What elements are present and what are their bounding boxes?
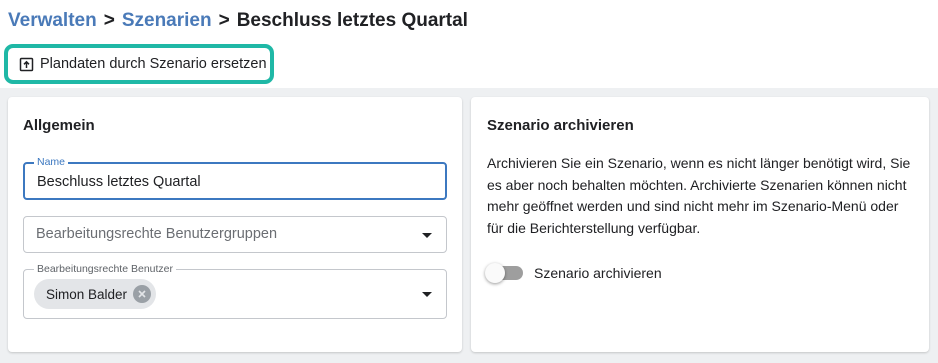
- archive-toggle[interactable]: [485, 262, 523, 284]
- archive-card: Szenario archivieren Archivieren Sie ein…: [471, 97, 929, 352]
- archive-toggle-row: Szenario archivieren: [485, 262, 662, 284]
- replace-plan-data-button[interactable]: Plandaten durch Szenario ersetzen: [4, 44, 274, 84]
- archive-card-title: Szenario archivieren: [487, 117, 634, 134]
- breadcrumb-separator: >: [103, 10, 115, 31]
- chip-remove-icon[interactable]: [133, 285, 152, 303]
- archive-toggle-label: Szenario archivieren: [534, 265, 662, 281]
- breadcrumb-link-szenarien[interactable]: Szenarien: [122, 10, 212, 32]
- name-field-value: Beschluss letztes Quartal: [37, 174, 201, 190]
- toggle-thumb: [485, 263, 505, 283]
- breadcrumb-separator: >: [218, 10, 230, 31]
- users-select-label: Bearbeitungsrechte Benutzer: [34, 263, 177, 275]
- archive-description: Archivieren Sie ein Szenario, wenn es ni…: [487, 155, 911, 236]
- general-card: Allgemein Name Beschluss letztes Quartal…: [8, 97, 462, 352]
- user-chip-label: Simon Balder: [46, 286, 128, 302]
- user-chip: Simon Balder: [34, 279, 157, 309]
- breadcrumb: Verwalten > Szenarien > Beschluss letzte…: [8, 8, 468, 34]
- replace-plan-data-label: Plandaten durch Szenario ersetzen: [40, 56, 267, 72]
- upload-box-icon: [19, 56, 35, 72]
- groups-select-placeholder: Bearbeitungsrechte Benutzergruppen: [36, 226, 278, 242]
- page-title: Beschluss letztes Quartal: [236, 10, 468, 31]
- toolbar: Plandaten durch Szenario ersetzen: [0, 42, 938, 88]
- general-card-title: Allgemein: [23, 117, 95, 134]
- chevron-down-icon[interactable]: [422, 292, 432, 297]
- name-field-label: Name: [34, 156, 69, 168]
- groups-select[interactable]: Bearbeitungsrechte Benutzergruppen: [23, 216, 447, 253]
- name-field[interactable]: Name Beschluss letztes Quartal: [23, 156, 447, 200]
- users-select[interactable]: Bearbeitungsrechte Benutzer Simon Balder: [23, 263, 447, 319]
- breadcrumb-link-verwalten[interactable]: Verwalten: [8, 10, 97, 32]
- chevron-down-icon[interactable]: [422, 233, 432, 238]
